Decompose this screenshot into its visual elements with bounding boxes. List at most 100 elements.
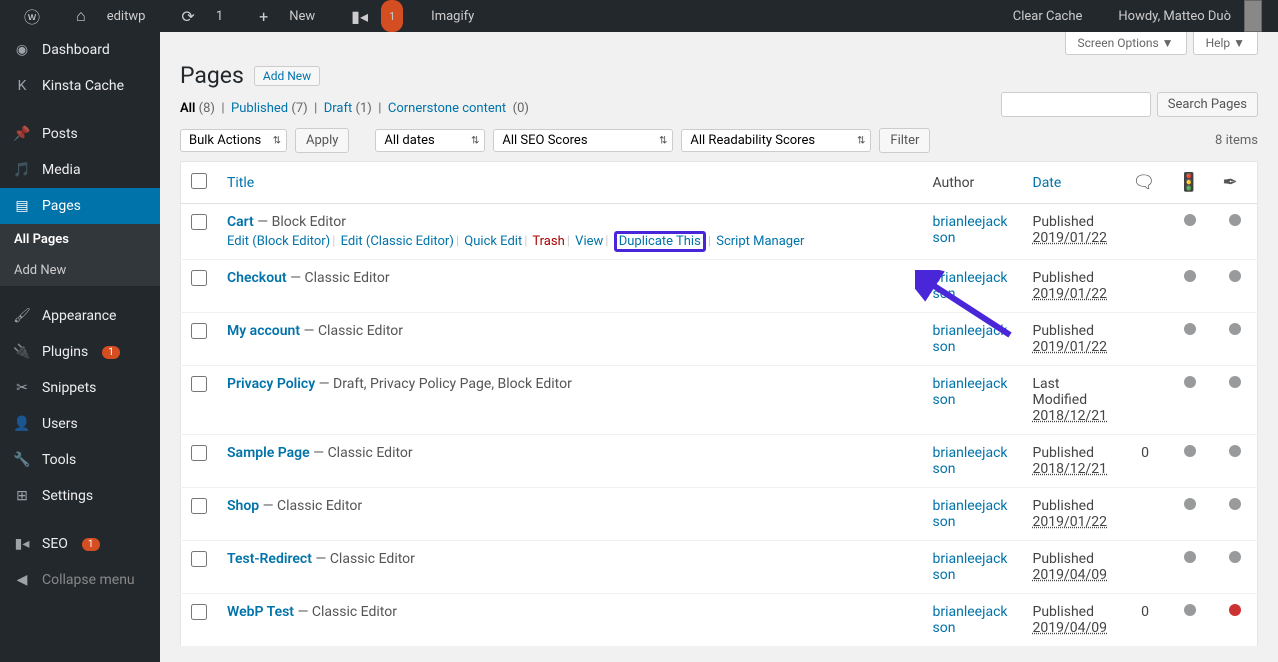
pages-table: Title Author Date 🗨 🚦 ✒ Cart — Block Edi… (180, 161, 1258, 647)
row-title-link[interactable]: WebP Test (227, 604, 294, 620)
col-title[interactable]: Title (227, 175, 254, 191)
row-checkbox[interactable] (191, 604, 207, 620)
row-title-link[interactable]: My account (227, 323, 300, 339)
select-all-checkbox[interactable] (191, 173, 207, 189)
new-content-link[interactable]: +New (243, 0, 331, 32)
edit-classic-link[interactable]: Edit (Classic Editor) (341, 234, 454, 249)
bulk-actions-select[interactable]: Bulk Actions (180, 129, 287, 152)
row-title-link[interactable]: Checkout (227, 270, 287, 286)
collapse-menu[interactable]: ◀Collapse menu (0, 562, 160, 598)
row-checkbox[interactable] (191, 551, 207, 567)
row-title-link[interactable]: Shop (227, 498, 259, 514)
readability-dot (1229, 214, 1241, 226)
sidebar-item-seo[interactable]: ▮◂SEO1 (0, 526, 160, 562)
page-title: Pages (180, 62, 244, 89)
script-manager-link[interactable]: Script Manager (716, 234, 804, 249)
sidebar-item-tools[interactable]: 🔧Tools (0, 442, 160, 478)
account-link[interactable]: Howdy, Matteo Duò (1102, 0, 1270, 32)
help-tab[interactable]: Help ▼ (1193, 32, 1258, 55)
sidebar-item-pages[interactable]: ▤Pages (0, 188, 160, 224)
seo-select[interactable]: All SEO Scores (493, 129, 673, 152)
wp-logo[interactable]: ⓦ (8, 0, 56, 32)
sidebar-item-kinsta[interactable]: KKinsta Cache (0, 68, 160, 104)
date-value: 2019/01/22 (1033, 286, 1108, 302)
table-row: Sample Page — Classic Editor brianleejac… (181, 435, 1258, 488)
filter-cornerstone[interactable]: Cornerstone content (0) (388, 101, 529, 116)
comments-cell (1123, 541, 1168, 594)
dates-select[interactable]: All dates (375, 129, 485, 152)
sidebar-item-dashboard[interactable]: ◉Dashboard (0, 32, 160, 68)
clear-cache-link[interactable]: Clear Cache (997, 0, 1099, 32)
yoast-link[interactable]: ▮◂1 (335, 0, 411, 32)
readability-select[interactable]: All Readability Scores (681, 129, 871, 152)
author-link[interactable]: brianleejackson (933, 214, 1008, 246)
filter-published[interactable]: Published (7) (231, 101, 308, 116)
pin-icon: 📌 (12, 124, 32, 144)
row-checkbox[interactable] (191, 445, 207, 461)
submenu-add-new[interactable]: Add New (0, 255, 160, 286)
author-link[interactable]: brianleejackson (933, 323, 1008, 355)
updates-link[interactable]: ⟳1 (165, 0, 239, 32)
author-link[interactable]: brianleejackson (933, 445, 1008, 477)
date-status: Published (1033, 498, 1094, 514)
seo-score-icon: 🚦 (1178, 172, 1200, 193)
imagify-link[interactable]: Imagify (415, 0, 490, 32)
trash-link[interactable]: Trash (532, 234, 564, 249)
readability-dot (1229, 498, 1241, 510)
author-link[interactable]: brianleejackson (933, 604, 1008, 636)
row-checkbox[interactable] (191, 214, 207, 230)
table-row: My account — Classic Editor brianleejack… (181, 313, 1258, 366)
filter-draft[interactable]: Draft (1) (324, 101, 372, 116)
row-title-suffix: — Classic Editor (310, 445, 413, 461)
row-checkbox[interactable] (191, 376, 207, 392)
filter-button[interactable]: Filter (879, 128, 930, 153)
edit-block-link[interactable]: Edit (Block Editor) (227, 234, 330, 249)
date-status: Published (1033, 214, 1094, 230)
view-link[interactable]: View (575, 234, 603, 249)
add-new-button[interactable]: Add New (254, 66, 320, 86)
readability-icon: ✒ (1223, 172, 1238, 193)
quick-edit-link[interactable]: Quick Edit (464, 234, 522, 249)
sidebar-item-settings[interactable]: ⊞Settings (0, 478, 160, 514)
row-title-link[interactable]: Privacy Policy (227, 376, 315, 392)
apply-button[interactable]: Apply (295, 128, 349, 153)
row-title-suffix: — Classic Editor (259, 498, 362, 514)
row-checkbox[interactable] (191, 270, 207, 286)
row-checkbox[interactable] (191, 498, 207, 514)
author-link[interactable]: brianleejackson (933, 551, 1008, 583)
table-row: Privacy Policy — Draft, Privacy Policy P… (181, 366, 1258, 435)
admin-bar: ⓦ ⌂editwp ⟳1 +New ▮◂1 Imagify Clear Cach… (0, 0, 1278, 32)
author-link[interactable]: brianleejackson (933, 498, 1008, 530)
search-input[interactable] (1001, 92, 1151, 117)
author-link[interactable]: brianleejackson (933, 270, 1008, 302)
sidebar-item-posts[interactable]: 📌Posts (0, 116, 160, 152)
row-title-link[interactable]: Test-Redirect (227, 551, 312, 567)
screen-options-tab[interactable]: Screen Options ▼ (1065, 32, 1187, 55)
seo-dot (1184, 498, 1196, 510)
sidebar-item-snippets[interactable]: ✂Snippets (0, 370, 160, 406)
row-title-suffix: — Classic Editor (287, 270, 390, 286)
filter-all[interactable]: All (8) (180, 101, 215, 116)
sidebar-item-plugins[interactable]: 🔌Plugins1 (0, 334, 160, 370)
sidebar-item-appearance[interactable]: 🖌Appearance (0, 298, 160, 334)
duplicate-link[interactable]: Duplicate This (614, 231, 706, 252)
site-link[interactable]: ⌂editwp (60, 0, 161, 32)
comments-cell: 0 (1123, 435, 1168, 488)
comments-cell (1123, 204, 1168, 260)
date-value: 2019/01/22 (1033, 230, 1108, 246)
submenu-all-pages[interactable]: All Pages (0, 224, 160, 255)
col-date[interactable]: Date (1033, 175, 1062, 191)
sidebar-item-media[interactable]: 🎵Media (0, 152, 160, 188)
sidebar-item-users[interactable]: 👤Users (0, 406, 160, 442)
table-row: Checkout — Classic Editor brianleejackso… (181, 260, 1258, 313)
comments-cell (1123, 366, 1168, 435)
search-button[interactable]: Search Pages (1157, 92, 1258, 117)
brush-icon: 🖌 (12, 306, 32, 326)
author-link[interactable]: brianleejackson (933, 376, 1008, 408)
row-title-link[interactable]: Cart (227, 214, 254, 230)
date-status: Published (1033, 604, 1094, 620)
pages-icon: ▤ (12, 196, 32, 216)
row-title-link[interactable]: Sample Page (227, 445, 310, 461)
seo-icon: ▮◂ (12, 534, 32, 554)
row-checkbox[interactable] (191, 323, 207, 339)
